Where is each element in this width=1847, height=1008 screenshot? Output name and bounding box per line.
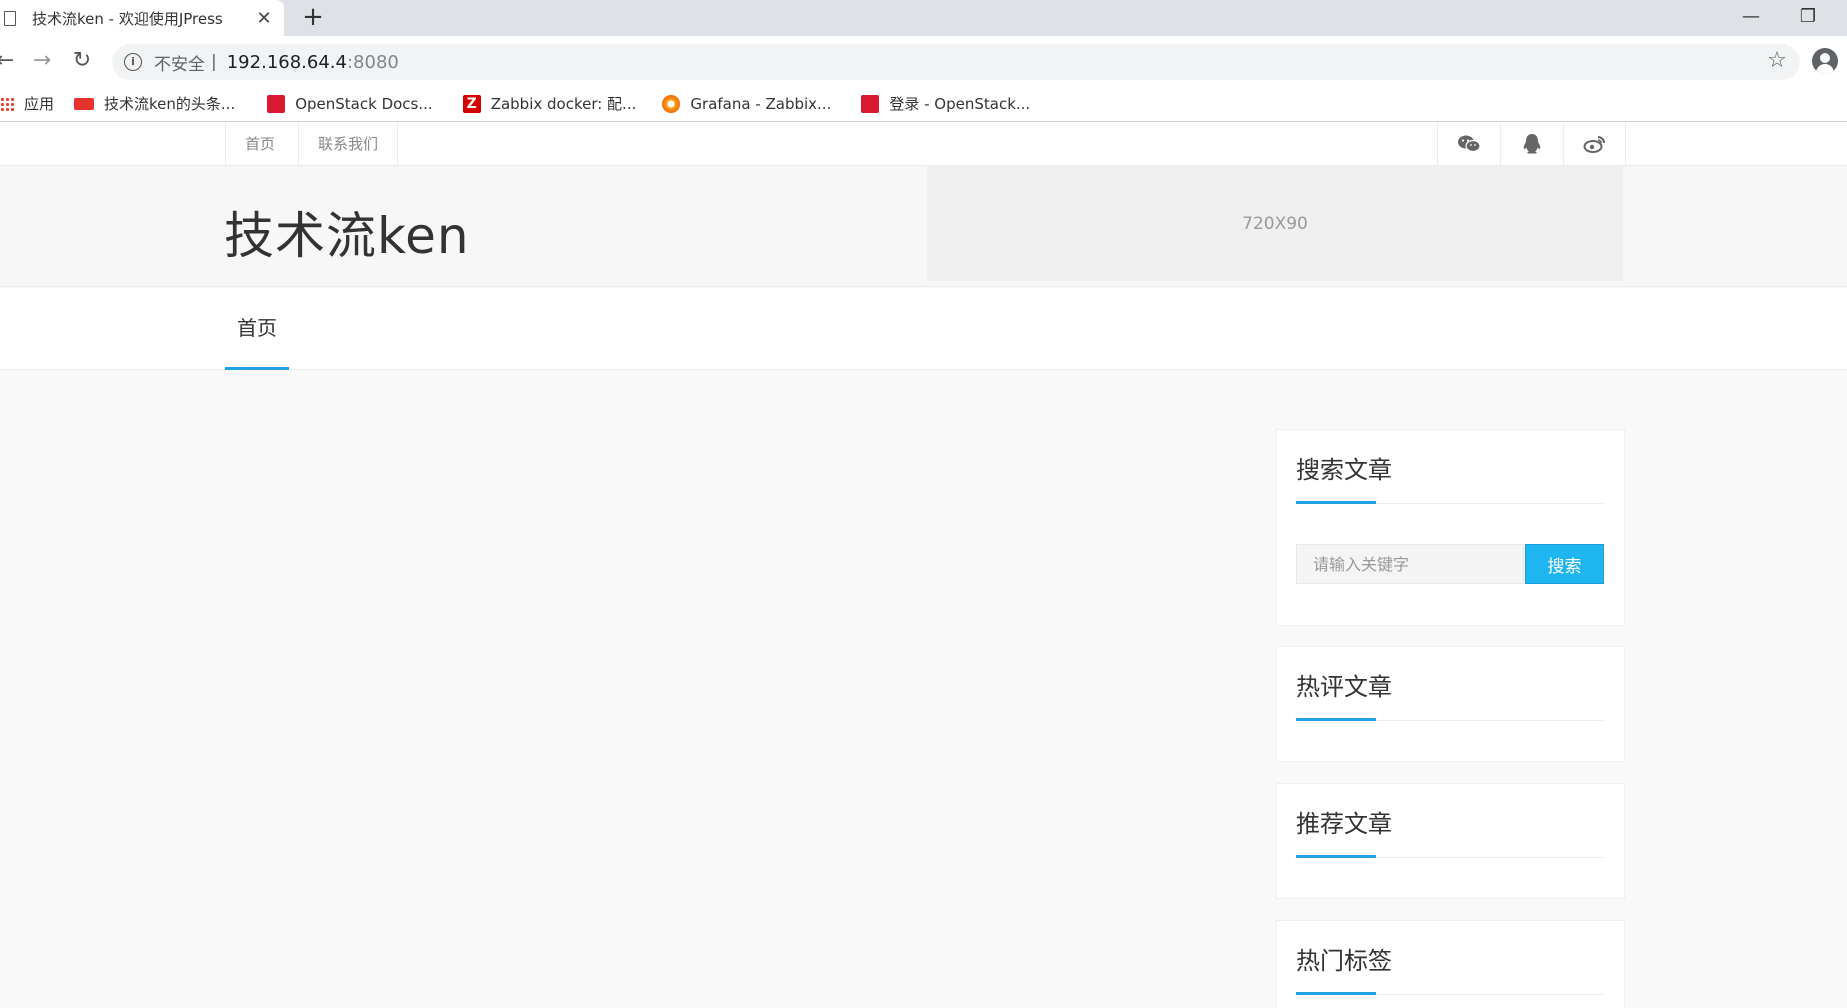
widget-accent xyxy=(1296,501,1376,504)
browser-tab-bar: 技术流ken - 欢迎使用JPress ✕ + — ❐ xyxy=(0,0,1847,36)
bookmark-toutiao[interactable]: 技术流ken的头条... xyxy=(74,93,235,114)
widget-title-hot-comment: 热评文章 xyxy=(1296,673,1392,701)
nav-active-indicator xyxy=(225,367,289,370)
browser-toolbar: ← → ↻ i 不安全 | 192.168.64.4 :8080 ☆ xyxy=(0,36,1847,86)
reload-button[interactable]: ↻ xyxy=(67,46,97,76)
site-logo[interactable]: 技术流ken xyxy=(224,196,470,268)
recommended-widget: 推荐文章 xyxy=(1276,783,1625,899)
openstack-icon xyxy=(861,94,880,113)
search-button[interactable]: 搜索 xyxy=(1525,544,1604,584)
bookmark-grafana[interactable]: Grafana - Zabbix... xyxy=(662,94,832,113)
back-button[interactable]: ← xyxy=(0,46,20,76)
widget-accent xyxy=(1296,855,1376,858)
widget-accent xyxy=(1296,992,1376,995)
bookmark-apps[interactable]: 应用 xyxy=(0,93,54,114)
bookmark-star-icon[interactable]: ☆ xyxy=(1762,46,1792,76)
apps-grid-icon xyxy=(0,96,14,111)
bookmark-openstack-docs[interactable]: OpenStack Docs... xyxy=(267,94,433,113)
nav-item-label: 首页 xyxy=(237,316,277,340)
bookmark-label: 技术流ken的头条... xyxy=(104,95,236,113)
tab-title: 技术流ken - 欢迎使用JPress xyxy=(32,9,223,28)
wechat-icon[interactable] xyxy=(1437,122,1500,166)
qq-icon[interactable] xyxy=(1500,122,1563,166)
grafana-icon xyxy=(662,94,681,113)
address-bar[interactable]: i 不安全 | 192.168.64.4 :8080 xyxy=(112,44,1800,80)
toutiao-icon xyxy=(74,97,95,110)
widget-accent xyxy=(1296,718,1376,721)
nav-item-home[interactable]: 首页 xyxy=(225,288,289,370)
bookmark-label: OpenStack Docs... xyxy=(295,94,433,113)
site-header: 技术流ken 720X90 xyxy=(0,166,1847,287)
bookmark-label: 应用 xyxy=(24,95,55,113)
search-input[interactable] xyxy=(1296,544,1524,584)
minimize-button[interactable]: — xyxy=(1731,2,1771,32)
widget-title-hot-tags: 热门标签 xyxy=(1296,947,1392,975)
close-tab-icon[interactable]: ✕ xyxy=(252,8,276,29)
bookmark-openstack-login[interactable]: 登录 - OpenStack... xyxy=(861,93,1030,114)
ad-banner[interactable]: 720X90 xyxy=(927,166,1623,281)
hot-comment-widget: 热评文章 xyxy=(1276,646,1625,762)
url-host: 192.168.64.4 xyxy=(226,51,347,73)
page-icon xyxy=(4,10,16,26)
insecure-label: 不安全 xyxy=(154,54,205,75)
hot-tags-widget: 热门标签 xyxy=(1276,920,1625,1008)
restore-button[interactable]: ❐ xyxy=(1788,2,1828,32)
bookmark-label: 登录 - OpenStack... xyxy=(889,95,1031,113)
bookmark-label: Grafana - Zabbix... xyxy=(690,94,832,113)
browser-tab[interactable]: 技术流ken - 欢迎使用JPress ✕ xyxy=(0,0,284,36)
openstack-icon xyxy=(267,94,286,113)
widget-title-recommended: 推荐文章 xyxy=(1296,810,1392,838)
main-nav: 首页 xyxy=(0,288,1847,370)
site-top-bar: 首页 联系我们 xyxy=(0,122,1847,166)
weibo-icon[interactable] xyxy=(1563,122,1626,166)
info-icon[interactable]: i xyxy=(124,53,142,71)
forward-button[interactable]: → xyxy=(27,46,57,76)
url-port: :8080 xyxy=(346,51,399,73)
top-link-contact[interactable]: 联系我们 xyxy=(298,122,399,166)
bookmark-label: Zabbix docker: 配... xyxy=(490,95,637,113)
profile-avatar-icon[interactable] xyxy=(1812,48,1838,74)
address-separator: | xyxy=(211,52,217,72)
bookmark-zabbix-docker[interactable]: Z Zabbix docker: 配... xyxy=(462,93,637,114)
top-link-home[interactable]: 首页 xyxy=(225,122,294,166)
widget-title-search: 搜索文章 xyxy=(1296,456,1392,484)
bookmarks-bar: 应用 技术流ken的头条... OpenStack Docs... Z Zabb… xyxy=(0,86,1847,122)
new-tab-button[interactable]: + xyxy=(298,2,328,32)
search-widget: 搜索文章 搜索 xyxy=(1276,429,1625,626)
zabbix-icon: Z xyxy=(462,94,481,113)
